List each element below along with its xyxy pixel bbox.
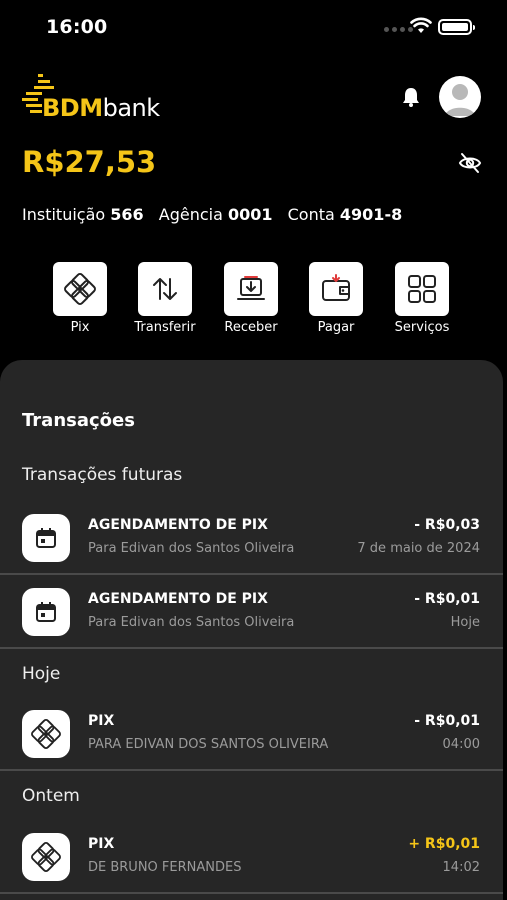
- hide-balance-icon[interactable]: [458, 152, 482, 174]
- calendar-icon: [36, 528, 56, 548]
- transaction-date: 14:02: [442, 860, 480, 875]
- calendar-icon: [36, 602, 56, 622]
- transactions-title: Transações: [22, 410, 135, 431]
- status-time: 16:00: [46, 16, 108, 38]
- user-icon: [445, 84, 475, 116]
- action-transfer-label: Transferir: [134, 320, 196, 335]
- action-pix-label: Pix: [70, 320, 90, 335]
- transaction-name: AGENDAMENTO DE PIX: [88, 591, 268, 607]
- institution-label: Instituição: [22, 205, 106, 224]
- wallet-icon: [322, 274, 350, 301]
- transaction-recipient: Para Edivan dos Santos Oliveira: [88, 541, 295, 556]
- action-services[interactable]: Serviços: [386, 262, 458, 335]
- action-pay[interactable]: Pagar: [300, 262, 372, 335]
- account-value: 4901-8: [339, 205, 403, 224]
- brand-name: BDMbank: [42, 94, 160, 122]
- transfer-icon: [153, 278, 177, 300]
- action-receive-label: Receber: [224, 320, 278, 335]
- section-future-label: Transações futuras: [22, 465, 183, 485]
- brand-logo: BDMbank: [22, 72, 162, 122]
- transaction-icon-box: [22, 588, 70, 636]
- transaction-recipient: Para Edivan dos Santos Oliveira: [88, 615, 295, 630]
- brand-name-bold: BDM: [42, 94, 103, 122]
- action-transfer[interactable]: Transferir: [129, 262, 201, 335]
- transaction-amount: + R$0,01: [408, 836, 480, 852]
- account-label: Conta: [287, 205, 335, 224]
- action-services-box[interactable]: [395, 262, 449, 316]
- transaction-name: AGENDAMENTO DE PIX: [88, 517, 268, 533]
- action-pix[interactable]: Pix: [44, 262, 116, 335]
- transaction-date: 7 de maio de 2024: [357, 541, 480, 556]
- transaction-amount: - R$0,01: [414, 591, 480, 607]
- balance-amount: R$27,53: [22, 145, 157, 179]
- transaction-row[interactable]: PIX DE BRUNO FERNANDES + R$0,01 14:02: [0, 820, 503, 894]
- receive-icon: [237, 276, 265, 300]
- transaction-icon-box: [22, 833, 70, 881]
- transactions-panel: Transações Transações futuras AGENDAMENT…: [0, 360, 503, 900]
- battery-icon: [438, 19, 475, 35]
- transaction-icon-box: [22, 710, 70, 758]
- action-services-label: Serviços: [394, 320, 450, 335]
- pix-icon: [64, 273, 96, 305]
- transaction-recipient: PARA EDIVAN DOS SANTOS OLIVEIRA: [88, 737, 329, 752]
- transaction-icon-box: [22, 514, 70, 562]
- transaction-date: Hoje: [450, 615, 480, 630]
- transaction-name: PIX: [88, 836, 115, 852]
- action-transfer-box[interactable]: [138, 262, 192, 316]
- status-bar: 16:00: [0, 0, 507, 56]
- transaction-date: 04:00: [442, 737, 480, 752]
- pix-icon: [31, 842, 61, 872]
- quick-actions: Pix Transferir Receber Pagar Serviços: [45, 262, 465, 342]
- institution-value: 566: [110, 205, 144, 224]
- signal-icon: [384, 27, 413, 32]
- transaction-recipient: DE BRUNO FERNANDES: [88, 860, 242, 875]
- pix-icon: [31, 719, 61, 749]
- wifi-icon: [410, 17, 432, 33]
- transaction-amount: - R$0,01: [414, 713, 480, 729]
- transaction-row[interactable]: PIX PARA EDIVAN DOS SANTOS OLIVEIRA - R$…: [0, 697, 503, 771]
- action-pay-box[interactable]: [309, 262, 363, 316]
- notification-bell-icon[interactable]: [400, 86, 422, 108]
- transaction-row[interactable]: AGENDAMENTO DE PIX Para Edivan dos Santo…: [0, 575, 503, 649]
- section-today-label: Hoje: [22, 664, 61, 684]
- transaction-name: PIX: [88, 713, 115, 729]
- action-receive-box[interactable]: [224, 262, 278, 316]
- profile-avatar[interactable]: [439, 76, 481, 118]
- agency-value: 0001: [228, 205, 273, 224]
- agency-label: Agência: [158, 205, 223, 224]
- transaction-row[interactable]: AGENDAMENTO DE PIX Para Edivan dos Santo…: [0, 501, 503, 575]
- action-receive[interactable]: Receber: [215, 262, 287, 335]
- grid-icon: [408, 275, 436, 303]
- brand-name-regular: bank: [102, 94, 161, 122]
- action-pix-box[interactable]: [53, 262, 107, 316]
- account-info: Instituição 566 Agência 0001 Conta 4901-…: [22, 205, 402, 224]
- action-pay-label: Pagar: [317, 320, 355, 335]
- section-yesterday-label: Ontem: [22, 786, 80, 806]
- transaction-amount: - R$0,03: [414, 517, 480, 533]
